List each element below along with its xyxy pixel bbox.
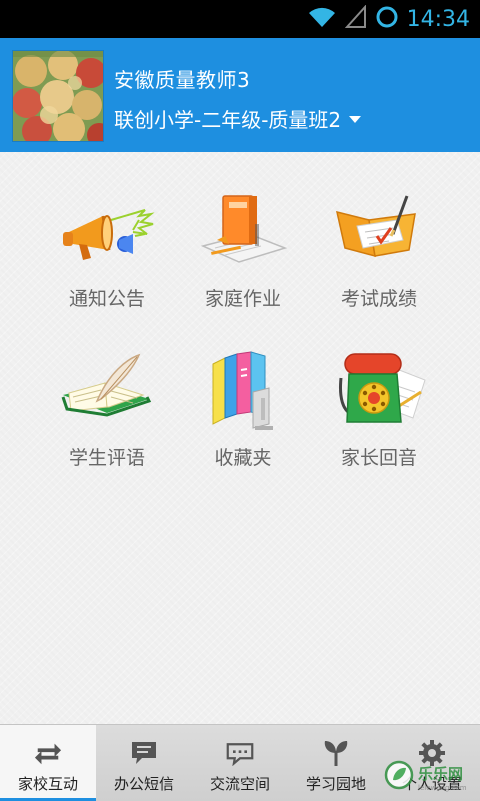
- tile-scores-label: 考试成绩: [340, 288, 417, 310]
- tile-homework[interactable]: 家庭作业: [175, 180, 311, 311]
- sms-bubble-icon: [130, 739, 158, 767]
- sprout-icon: [322, 739, 350, 767]
- class-selector[interactable]: 联创小学-二年级-质量班2: [114, 104, 362, 133]
- tile-notice-label: 通知公告: [68, 288, 145, 310]
- nav-exchange-space-label: 交流空间: [209, 775, 270, 793]
- status-bar: 14:34: [0, 0, 480, 38]
- tile-comments[interactable]: 学生评语: [39, 339, 175, 470]
- tile-homework-label: 家庭作业: [204, 288, 281, 310]
- class-selector-label: 联创小学-二年级-质量班2: [114, 108, 342, 132]
- watermark-subtext: lelewang.com: [418, 783, 467, 792]
- tile-notice[interactable]: 通知公告: [39, 180, 175, 311]
- exam-folder-icon: [329, 180, 429, 280]
- bookshelf-icon: [193, 339, 293, 439]
- nav-office-sms[interactable]: 办公短信: [96, 725, 192, 801]
- account-name: 安徽质量教师3: [114, 68, 251, 92]
- quill-book-icon: [57, 339, 157, 439]
- nav-learning-garden-label: 学习园地: [305, 775, 366, 793]
- signal-icon: [344, 4, 367, 33]
- account-header: 安徽质量教师3 联创小学-二年级-质量班2: [0, 38, 480, 152]
- tile-comments-label: 学生评语: [68, 447, 145, 469]
- sync-ring-icon: [375, 5, 399, 33]
- feature-grid: 通知公告 家庭作业 考试成绩 学生评语 收藏夹 家长回音: [0, 180, 480, 470]
- tile-parent-feedback-label: 家长回音: [340, 447, 417, 469]
- dropdown-caret-icon: [349, 116, 362, 123]
- tile-parent-feedback[interactable]: 家长回音: [311, 339, 447, 470]
- chat-dots-icon: [226, 739, 254, 767]
- wifi-icon: [307, 5, 337, 33]
- megaphone-icon: [57, 180, 157, 280]
- site-watermark: 乐乐网 lelewang.com: [384, 760, 467, 794]
- watermark-logo-icon: [384, 760, 414, 794]
- homework-book-icon: [193, 180, 293, 280]
- tile-favorites[interactable]: 收藏夹: [175, 339, 311, 470]
- nav-exchange-space[interactable]: 交流空间: [192, 725, 288, 801]
- nav-home-school-label: 家校互动: [17, 775, 78, 793]
- nav-office-sms-label: 办公短信: [113, 775, 174, 793]
- avatar[interactable]: [12, 50, 104, 142]
- watermark-text: 乐乐网: [418, 764, 464, 783]
- tile-scores[interactable]: 考试成绩: [311, 180, 447, 311]
- nav-learning-garden[interactable]: 学习园地: [288, 725, 384, 801]
- nav-home-school[interactable]: 家校互动: [0, 725, 96, 801]
- swap-arrows-icon: [34, 739, 62, 767]
- tile-favorites-label: 收藏夹: [214, 447, 272, 469]
- clock: 14:34: [406, 6, 470, 32]
- telephone-icon: [329, 339, 429, 439]
